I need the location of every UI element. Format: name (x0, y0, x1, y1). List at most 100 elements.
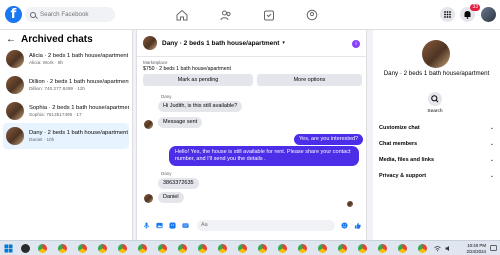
clock[interactable]: 10:40 PM 2/24/2024 (466, 243, 486, 254)
notification-center-icon[interactable] (490, 245, 497, 252)
chat-list-item[interactable]: Sophia · 2 beds 1 bath house/apartment S… (3, 98, 129, 124)
search-icon (30, 11, 36, 18)
date-text: 2/24/2024 (466, 248, 486, 254)
message-list: Dany Hi Judith, is this still available?… (137, 92, 366, 212)
windows-taskbar: 10:40 PM 2/24/2024 (0, 240, 500, 255)
time-text: 10:40 PM (467, 243, 486, 248)
chat-preview: Daniel · 10h (29, 137, 55, 142)
chevron-down-icon: ⌄ (489, 157, 494, 163)
menu-grid-button[interactable] (440, 7, 455, 22)
row-label: Customize chat (379, 125, 420, 131)
chrome-icon[interactable] (118, 244, 127, 253)
chrome-icon[interactable] (278, 244, 287, 253)
conversation-panel: Dany · 2 beds 1 bath house/apartment ▾ i… (136, 30, 367, 240)
sender-name: Dany (161, 94, 172, 99)
chrome-icon[interactable] (58, 244, 67, 253)
chat-members-row[interactable]: Chat members ⌄ (379, 141, 494, 147)
chevron-down-icon: ⌄ (489, 125, 494, 131)
row-label: Media, files and links (379, 157, 435, 163)
chat-preview: Alicia: Work · 8h (29, 60, 64, 65)
chrome-icon[interactable] (38, 244, 47, 253)
facebook-logo-icon[interactable]: f (5, 6, 22, 23)
search-in-conversation-button[interactable] (428, 92, 442, 106)
network-icon[interactable] (434, 245, 441, 252)
privacy-support-row[interactable]: Privacy & support ⌄ (379, 173, 494, 179)
search-icon (431, 95, 439, 103)
thumbs-up-icon[interactable] (354, 222, 361, 229)
app-icon[interactable] (21, 244, 30, 253)
marketplace-listing[interactable]: Marketplace $750 · 2 beds 1 bath house/a… (143, 60, 231, 72)
chat-name: Sophia · 2 beds 1 bath house/apartment (29, 105, 129, 111)
avatar (6, 50, 24, 68)
avatar (422, 40, 450, 68)
sticker-icon[interactable] (169, 221, 176, 229)
chat-name: Alicia · 2 beds 1 bath house/apartment (29, 53, 129, 59)
notifications-button[interactable]: 33 (460, 4, 480, 22)
listing-title: $750 · 2 beds 1 bath house/apartment (143, 66, 231, 72)
chrome-icon[interactable] (238, 244, 247, 253)
chat-preview: Dillion: 740.277.8499 · 12h (29, 86, 86, 91)
chrome-icon[interactable] (218, 244, 227, 253)
archived-chats-title: Archived chats (21, 34, 93, 45)
chrome-icon[interactable] (98, 244, 107, 253)
seen-avatar (347, 201, 353, 207)
marketplace-icon[interactable] (263, 9, 275, 21)
sender-name: Dany (161, 171, 172, 176)
chat-list-item[interactable]: Alicia · 2 beds 1 bath house/apartment A… (3, 46, 129, 72)
avatar (6, 127, 24, 145)
avatar (144, 194, 153, 203)
info-icon[interactable]: i (352, 40, 360, 48)
mark-as-pending-button[interactable]: Mark as pending (143, 74, 253, 86)
groups-icon[interactable] (306, 9, 318, 21)
conversation-header[interactable]: Dany · 2 beds 1 bath house/apartment ▾ i (137, 30, 366, 57)
chrome-icon[interactable] (338, 244, 347, 253)
chat-name: Dany · 2 beds 1 bath house/apartment (29, 130, 128, 136)
search-box[interactable] (25, 7, 115, 22)
microphone-icon[interactable] (143, 221, 150, 229)
chrome-icon[interactable] (398, 244, 407, 253)
chrome-icon[interactable] (318, 244, 327, 253)
top-navigation-bar: f 33 (0, 0, 500, 30)
volume-icon[interactable] (445, 245, 452, 252)
chrome-icon[interactable] (178, 244, 187, 253)
windows-start-icon[interactable] (4, 244, 13, 253)
avatar (143, 36, 157, 50)
notification-badge: 33 (470, 4, 480, 11)
incoming-message: Message sent (158, 117, 203, 128)
incoming-message: Daniel (158, 192, 184, 203)
chrome-icon[interactable] (378, 244, 387, 253)
chrome-icon[interactable] (138, 244, 147, 253)
gif-icon[interactable]: GIF (182, 222, 189, 229)
customize-chat-row[interactable]: Customize chat ⌄ (379, 125, 494, 131)
chrome-icon[interactable] (258, 244, 267, 253)
chat-preview: Sophia: 7613517495 · 17 (29, 112, 82, 117)
row-label: Privacy & support (379, 173, 427, 179)
image-icon[interactable] (156, 222, 163, 229)
chrome-icon[interactable] (358, 244, 367, 253)
chrome-icon[interactable] (298, 244, 307, 253)
archived-chats-panel: ← Archived chats Alicia · 2 beds 1 bath … (0, 30, 133, 240)
search-label: Search (427, 109, 443, 114)
chevron-down-icon: ⌄ (489, 141, 494, 147)
outgoing-message: Yes, are you interested? (294, 134, 364, 145)
emoji-icon[interactable] (341, 221, 348, 229)
media-files-links-row[interactable]: Media, files and links ⌄ (379, 157, 494, 163)
message-input[interactable] (197, 219, 335, 231)
more-options-button[interactable]: More options (257, 74, 362, 86)
chrome-icon[interactable] (198, 244, 207, 253)
conversation-details-panel: Dany · 2 beds 1 bath house/apartment Sea… (373, 30, 500, 240)
chat-list-item[interactable]: Dillion · 2 beds 1 bath house/apartment … (3, 72, 129, 98)
profile-avatar[interactable] (481, 7, 496, 22)
chat-list-item-selected[interactable]: Dany · 2 beds 1 bath house/apartment Dan… (3, 123, 129, 149)
chrome-icon[interactable] (78, 244, 87, 253)
chat-name: Dillion · 2 beds 1 bath house/apartment (29, 79, 129, 85)
incoming-message: 3863372635 (158, 178, 199, 189)
home-icon[interactable] (176, 9, 188, 21)
marketplace-label: Marketplace (143, 60, 168, 65)
chrome-icon[interactable] (418, 244, 427, 253)
chrome-icon[interactable] (158, 244, 167, 253)
search-input[interactable] (40, 11, 110, 18)
friends-icon[interactable] (220, 9, 232, 21)
back-arrow-icon[interactable]: ← (6, 34, 16, 45)
chevron-down-icon: ⌄ (489, 173, 494, 179)
